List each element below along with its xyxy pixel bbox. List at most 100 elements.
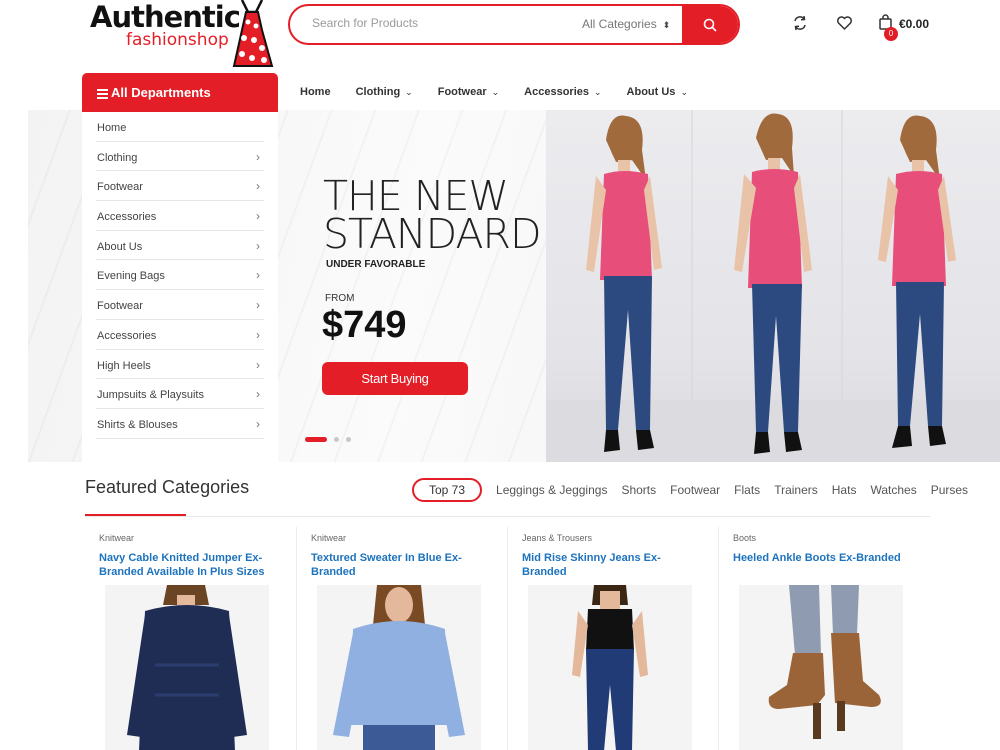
department-item[interactable]: About Us ›	[96, 231, 264, 261]
cart-total[interactable]: €0.00	[899, 17, 929, 31]
product-name-link[interactable]: Mid Rise Skinny Jeans Ex-Branded	[522, 551, 702, 579]
category-tab[interactable]: Leggings & Jeggings	[496, 483, 607, 497]
search-bar: All Categories ⬍	[288, 4, 740, 45]
chevron-right-icon: ›	[256, 209, 260, 224]
hero-model-photo	[546, 110, 1000, 462]
logo-text-main: Authentic	[90, 0, 241, 34]
nav-item-label: Clothing	[355, 86, 401, 98]
chevron-down-icon: ⌄	[405, 87, 413, 97]
nav-item-accessories[interactable]: Accessories ⌄	[524, 86, 601, 98]
dress-logo-icon	[232, 0, 274, 67]
category-select-value: All Categories	[582, 17, 657, 31]
search-icon	[703, 18, 717, 32]
search-button[interactable]	[682, 6, 738, 43]
product-image-blue-sweater[interactable]	[317, 585, 481, 750]
section-divider	[85, 516, 930, 517]
department-item[interactable]: Home	[96, 112, 264, 142]
product-name-link[interactable]: Textured Sweater In Blue Ex-Branded	[311, 551, 491, 579]
category-tab[interactable]: Watches	[870, 483, 916, 497]
slider-pagination	[305, 437, 358, 442]
nav-item-about-us[interactable]: About Us ⌄	[627, 86, 688, 98]
nav-item-footwear[interactable]: Footwear ⌄	[438, 86, 499, 98]
product-card[interactable]: Boots Heeled Ankle Boots Ex-Branded	[718, 527, 929, 750]
nav-item-clothing[interactable]: Clothing ⌄	[356, 86, 413, 98]
chevron-right-icon: ›	[256, 357, 260, 372]
department-item[interactable]: High Heels ›	[96, 350, 264, 380]
slider-dot[interactable]	[346, 437, 351, 442]
product-image-skinny-jeans[interactable]	[528, 585, 692, 750]
title-underline	[85, 514, 186, 516]
department-item[interactable]: Shirts & Blouses ›	[96, 409, 264, 439]
category-tab[interactable]: Footwear	[670, 483, 720, 497]
slider-dot[interactable]	[305, 437, 327, 442]
category-tab[interactable]: Top 73	[412, 478, 483, 502]
department-item-label: Shirts & Blouses	[97, 418, 178, 431]
category-tab[interactable]: Shorts	[621, 483, 656, 497]
product-image-ankle-boots[interactable]	[739, 585, 903, 750]
menu-bars-icon	[97, 88, 108, 99]
hero-from-label: FROM	[325, 293, 355, 304]
department-item-label: About Us	[97, 240, 143, 253]
department-item[interactable]: Footwear ›	[96, 290, 264, 320]
department-item-label: Clothing	[97, 151, 138, 164]
chevron-right-icon: ›	[256, 149, 260, 164]
chevron-right-icon: ›	[256, 387, 260, 402]
hero-title: THE NEW STANDARD	[323, 176, 542, 258]
department-item[interactable]: Accessories ›	[96, 201, 264, 231]
chevron-right-icon: ›	[256, 179, 260, 194]
category-tab[interactable]: Hats	[832, 483, 857, 497]
department-item-label: Footwear	[97, 300, 143, 313]
department-item-label: Accessories	[97, 211, 157, 224]
category-tab[interactable]: Flats	[734, 483, 760, 497]
department-item-label: High Heels	[97, 359, 151, 372]
department-item-label: Footwear	[97, 181, 143, 194]
department-item[interactable]: Footwear ›	[96, 171, 264, 202]
logo-text-sub: fashionshop	[126, 30, 229, 50]
select-arrows-icon: ⬍	[662, 20, 671, 30]
slider-dot[interactable]	[334, 437, 339, 442]
department-item-label: Home	[97, 122, 127, 134]
brand-logo[interactable]: Authentic fashionshop	[88, 0, 278, 70]
product-card[interactable]: Knitwear Navy Cable Knitted Jumper Ex-Bra…	[85, 527, 296, 750]
department-item[interactable]: Jumpsuits & Playsuits ›	[96, 379, 264, 409]
nav-item-label: Accessories	[524, 86, 589, 98]
department-item-label: Evening Bags	[97, 270, 165, 283]
all-departments-label: All Departments	[111, 85, 211, 100]
chevron-right-icon: ›	[256, 268, 260, 283]
product-category[interactable]: Boots	[733, 533, 929, 543]
chevron-down-icon: ⌄	[680, 87, 688, 97]
product-category[interactable]: Knitwear	[99, 533, 296, 543]
product-card[interactable]: Knitwear Textured Sweater In Blue Ex-Bran…	[296, 527, 507, 750]
category-tab[interactable]: Trainers	[774, 483, 818, 497]
product-name-link[interactable]: Navy Cable Knitted Jumper Ex-Branded Ava…	[99, 551, 279, 579]
page: Authentic fashionshop All Categories ⬍	[0, 0, 1000, 750]
category-tabs: Top 73 Leggings & Jeggings Shorts Footwear F…	[412, 478, 982, 502]
product-card[interactable]: Jeans & Trousers Mid Rise Skinny Jeans Ex…	[507, 527, 718, 750]
product-name-link[interactable]: Heeled Ankle Boots Ex-Branded	[733, 551, 913, 565]
chevron-right-icon: ›	[256, 416, 260, 431]
cart-count-badge: 0	[884, 27, 898, 41]
wishlist-heart-icon[interactable]	[836, 15, 853, 31]
all-departments-button[interactable]: All Departments	[82, 73, 278, 112]
hero-price: $749	[322, 304, 407, 346]
nav-item-label: Home	[300, 86, 331, 98]
product-image-navy-jumper[interactable]	[105, 585, 269, 750]
product-category[interactable]: Knitwear	[311, 533, 507, 543]
search-input[interactable]	[312, 16, 562, 30]
featured-categories-title: Featured Categories	[85, 477, 250, 497]
chevron-down-icon: ⌄	[491, 87, 500, 97]
category-tab[interactable]: Purses	[931, 483, 968, 497]
hero-title-line2: STANDARD	[323, 210, 542, 258]
department-item[interactable]: Clothing ›	[96, 142, 264, 172]
nav-item-label: About Us	[626, 86, 676, 98]
department-item[interactable]: Accessories ›	[96, 320, 264, 350]
department-item[interactable]: Evening Bags ›	[96, 260, 264, 291]
nav-item-home[interactable]: Home	[300, 86, 331, 98]
nav-item-label: Footwear	[437, 86, 487, 98]
department-menu: Home Clothing › Footwear › Accessories › About …	[82, 112, 278, 464]
category-select[interactable]: All Categories ⬍	[582, 17, 670, 31]
compare-icon[interactable]	[792, 15, 808, 31]
start-buying-button[interactable]: Start Buying	[322, 362, 468, 395]
product-category[interactable]: Jeans & Trousers	[522, 533, 718, 543]
chevron-down-icon: ⌄	[594, 87, 602, 97]
